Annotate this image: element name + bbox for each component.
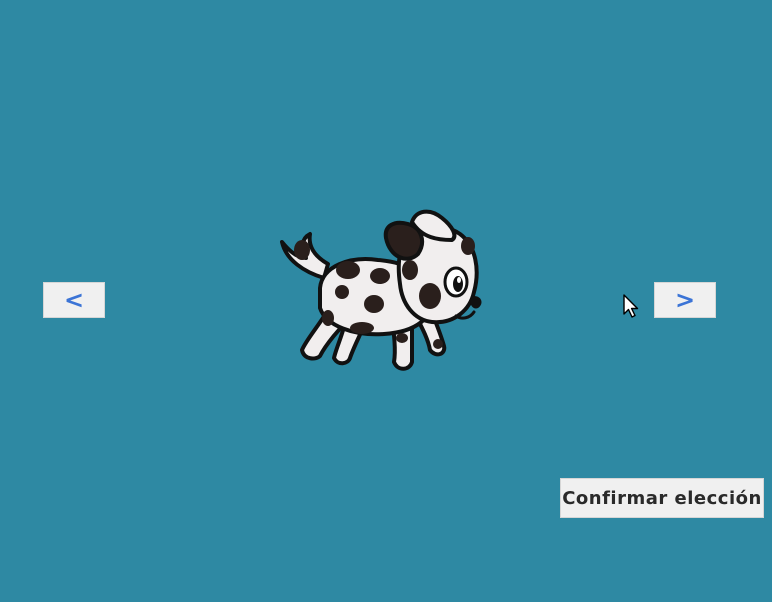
previous-character-button[interactable]: < [43, 282, 105, 318]
next-arrow-label: > [674, 286, 696, 314]
next-character-button[interactable]: > [654, 282, 716, 318]
previous-arrow-label: < [63, 286, 85, 314]
confirm-choice-label: Confirmar elección [562, 487, 762, 509]
confirm-choice-button[interactable]: Confirmar elección [560, 478, 764, 518]
dalmatian-puppy-icon [280, 209, 482, 371]
mouse-pointer-icon [623, 294, 639, 318]
